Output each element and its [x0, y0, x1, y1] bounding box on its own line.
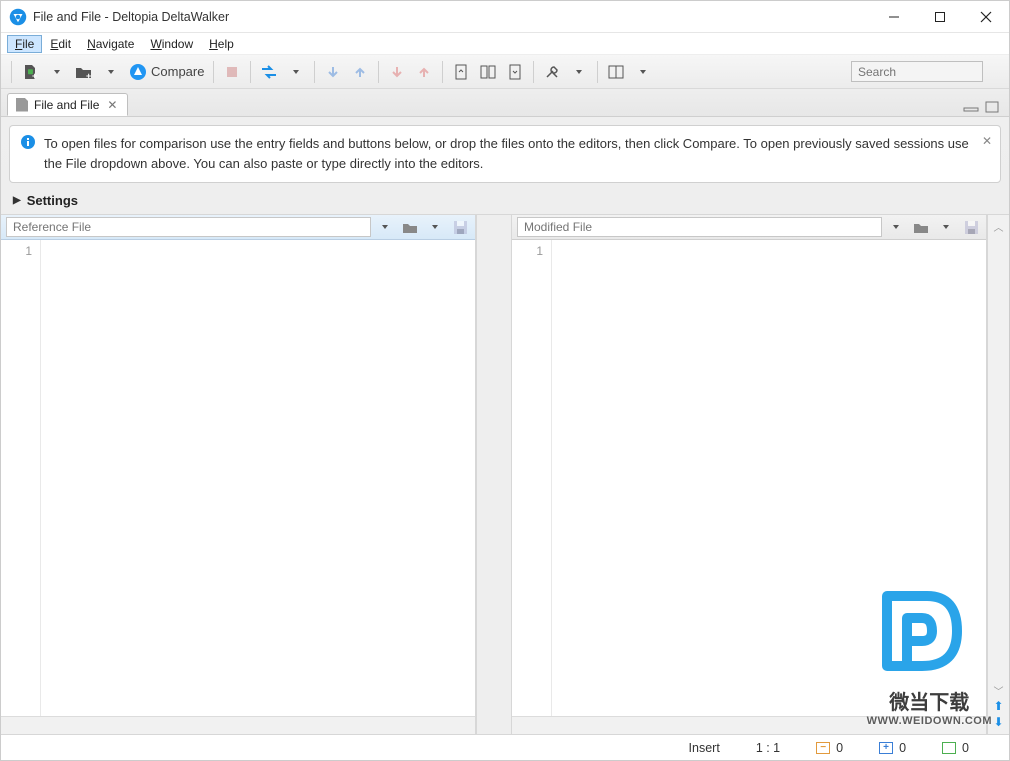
tools-button[interactable] — [539, 59, 565, 85]
modified-browse-folder-button[interactable] — [910, 217, 932, 237]
overview-ruler[interactable]: ︿ ﹀ ⬆ ⬇ — [987, 215, 1009, 734]
doc-next-button[interactable] — [502, 59, 528, 85]
compare-label: Compare — [151, 64, 204, 79]
center-link-column — [476, 215, 512, 734]
status-mode: Insert — [689, 741, 720, 755]
stop-button[interactable] — [219, 59, 245, 85]
app-icon — [9, 8, 27, 26]
new-folder-dropdown[interactable] — [98, 59, 124, 85]
layout-dropdown[interactable] — [630, 59, 656, 85]
changed-icon — [942, 742, 956, 754]
new-folder-button[interactable]: + — [71, 59, 97, 85]
menu-window[interactable]: Window — [142, 35, 201, 53]
settings-label: Settings — [27, 193, 78, 208]
status-removed: −0 — [816, 741, 843, 755]
window-titlebar: File and File - Deltopia DeltaWalker — [1, 1, 1009, 33]
file-icon — [16, 98, 28, 112]
left-editor[interactable]: 1 — [1, 240, 475, 716]
layout-button[interactable] — [603, 59, 629, 85]
window-maximize-button[interactable] — [917, 1, 963, 32]
reference-browse-folder-button[interactable] — [399, 217, 421, 237]
toolbar-separator — [597, 61, 598, 83]
swap-button[interactable] — [256, 59, 282, 85]
statusbar: Insert 1 : 1 −0 +0 0 — [1, 734, 1009, 760]
expand-icon: ▶ — [13, 195, 21, 206]
menu-navigate[interactable]: Navigate — [79, 35, 142, 53]
scroll-down-icon[interactable]: ﹀ — [994, 683, 1004, 698]
right-pane-header — [512, 215, 986, 240]
main-toolbar: + + Compare — [1, 55, 1009, 89]
search-wrap — [851, 61, 983, 82]
menubar: File Edit Navigate Window Help — [1, 33, 1009, 55]
editor-tab[interactable]: File and File ✕ — [7, 93, 128, 116]
modified-file-history-button[interactable] — [885, 217, 907, 237]
toolbar-separator — [533, 61, 534, 83]
copy-right-down-button[interactable] — [384, 59, 410, 85]
copy-left-down-button[interactable] — [320, 59, 346, 85]
right-pane: 1 — [512, 215, 987, 734]
status-cursor-position: 1 : 1 — [756, 741, 780, 755]
new-file-button[interactable]: + — [17, 59, 43, 85]
added-icon: + — [879, 742, 893, 754]
settings-toggle[interactable]: ▶ Settings — [1, 191, 1009, 214]
toolbar-separator — [213, 61, 214, 83]
info-banner: To open files for comparison use the ent… — [9, 125, 1001, 183]
reference-save-button[interactable] — [449, 217, 471, 237]
menu-file[interactable]: File — [7, 35, 42, 53]
doc-both-button[interactable] — [475, 59, 501, 85]
scroll-up-icon[interactable]: ︿ — [994, 219, 1004, 234]
menu-help[interactable]: Help — [201, 35, 242, 53]
copy-right-up-button[interactable] — [411, 59, 437, 85]
window-minimize-button[interactable] — [871, 1, 917, 32]
info-icon — [20, 134, 36, 174]
right-horizontal-scrollbar[interactable] — [512, 716, 986, 734]
window-title: File and File - Deltopia DeltaWalker — [33, 10, 871, 24]
reference-browse-dropdown[interactable] — [424, 217, 446, 237]
status-changed: 0 — [942, 741, 969, 755]
svg-text:+: + — [86, 71, 91, 80]
nav-up-icon[interactable]: ⬆ — [993, 699, 1003, 713]
right-gutter: 1 — [512, 240, 552, 716]
left-pane-header — [1, 215, 475, 240]
window-close-button[interactable] — [963, 1, 1009, 32]
info-text: To open files for comparison use the ent… — [44, 134, 972, 174]
left-pane: 1 — [1, 215, 476, 734]
copy-left-up-button[interactable] — [347, 59, 373, 85]
modified-file-input[interactable] — [517, 217, 882, 237]
removed-icon: − — [816, 742, 830, 754]
editor-tabstrip: File and File ✕ — [1, 89, 1009, 117]
reference-file-input[interactable] — [6, 217, 371, 237]
nav-down-icon[interactable]: ⬇ — [993, 715, 1003, 729]
minimize-view-icon[interactable] — [963, 101, 979, 113]
search-input[interactable] — [851, 61, 983, 82]
reference-file-history-button[interactable] — [374, 217, 396, 237]
swap-dropdown[interactable] — [283, 59, 309, 85]
toolbar-separator — [442, 61, 443, 83]
left-horizontal-scrollbar[interactable] — [1, 716, 475, 734]
menu-edit[interactable]: Edit — [42, 35, 79, 53]
compare-panes: 1 1 ︿ ﹀ ⬆ ⬇ — [1, 214, 1009, 734]
workarea: To open files for comparison use the ent… — [1, 117, 1009, 734]
info-close-button[interactable]: ✕ — [982, 134, 992, 148]
left-gutter: 1 — [1, 240, 41, 716]
tab-label: File and File — [34, 98, 99, 112]
right-editor[interactable]: 1 — [512, 240, 986, 716]
toolbar-separator — [11, 61, 12, 83]
toolbar-separator — [378, 61, 379, 83]
toolbar-separator — [250, 61, 251, 83]
toolbar-separator — [314, 61, 315, 83]
modified-save-button[interactable] — [960, 217, 982, 237]
modified-browse-dropdown[interactable] — [935, 217, 957, 237]
compare-button[interactable]: Compare — [125, 59, 208, 85]
svg-text:+: + — [32, 71, 37, 80]
status-added: +0 — [879, 741, 906, 755]
tools-dropdown[interactable] — [566, 59, 592, 85]
maximize-view-icon[interactable] — [985, 101, 999, 113]
new-file-dropdown[interactable] — [44, 59, 70, 85]
doc-prev-button[interactable] — [448, 59, 474, 85]
tab-close-button[interactable]: ✕ — [105, 98, 119, 112]
